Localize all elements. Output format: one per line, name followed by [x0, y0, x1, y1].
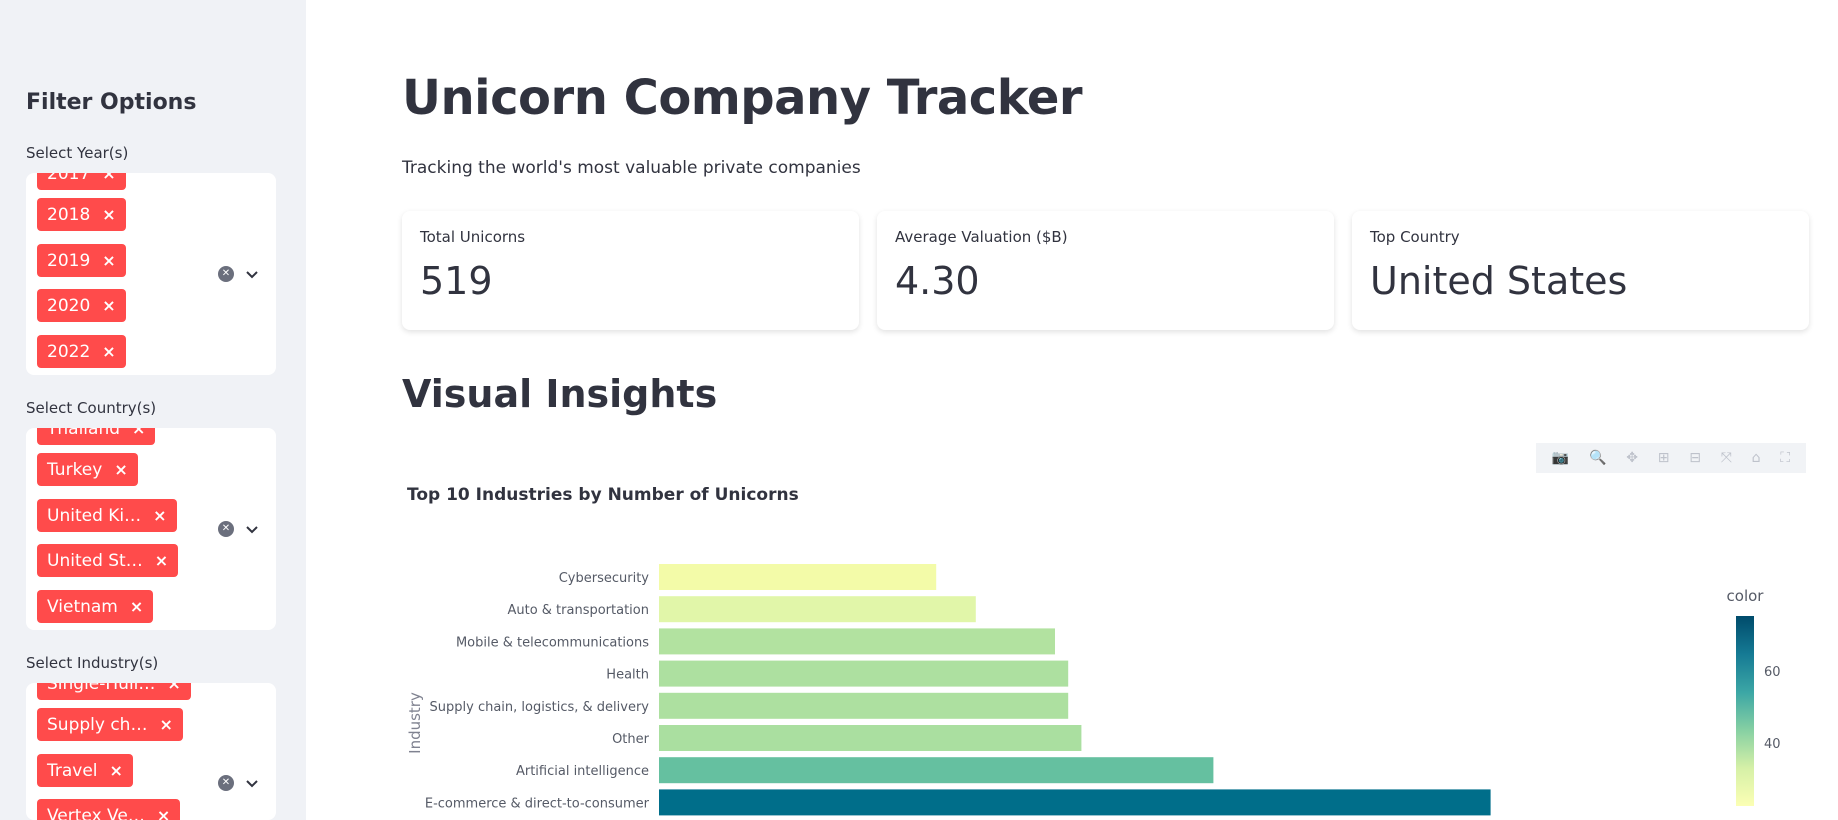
sidebar-title: Filter Options [26, 90, 197, 115]
zoom-in-icon[interactable]: ⊞ [1658, 450, 1670, 466]
clear-all-icon[interactable]: ✕ [218, 266, 234, 282]
chevron-down-icon[interactable] [242, 519, 262, 539]
fullscreen-icon[interactable]: ⛶ [1780, 450, 1790, 466]
category-tick-label: Cybersecurity [559, 571, 650, 586]
category-tick-label: Health [606, 668, 649, 683]
colorbar [1736, 616, 1754, 806]
metric-value: 4.30 [895, 259, 980, 303]
country-tag[interactable]: Thailand × [37, 428, 156, 445]
category-tick-label: Auto & transportation [507, 603, 649, 618]
y-axis-label: Industry [406, 692, 424, 754]
clear-all-icon[interactable]: ✕ [218, 775, 234, 791]
year-tag[interactable]: 2019 × [37, 244, 126, 277]
remove-tag-icon[interactable]: × [157, 806, 170, 820]
metric-card-top-country: Top Country United States [1352, 211, 1809, 330]
bar[interactable] [659, 692, 1069, 719]
category-tick-label: Artificial intelligence [516, 764, 649, 779]
year-tag[interactable]: 2017 × [37, 173, 126, 190]
bar[interactable] [659, 757, 1214, 784]
sidebar: Filter Options Select Year(s) 2017 × 2018… [0, 0, 306, 820]
bar[interactable] [659, 725, 1082, 751]
remove-tag-icon[interactable]: × [167, 683, 180, 693]
country-tag[interactable]: Turkey × [37, 453, 138, 486]
year-tag[interactable]: 2022 × [37, 335, 126, 368]
remove-tag-icon[interactable]: × [102, 251, 115, 270]
page-title: Unicorn Company Tracker [402, 70, 1083, 126]
remove-tag-icon[interactable]: × [132, 428, 145, 438]
autoscale-icon[interactable]: ⤧ [1721, 450, 1732, 466]
metric-value: United States [1370, 259, 1628, 303]
remove-tag-icon[interactable]: × [159, 715, 172, 734]
clear-all-icon[interactable]: ✕ [218, 521, 234, 537]
page-subtitle: Tracking the world's most valuable priva… [402, 158, 861, 178]
category-tick-label: Mobile & telecommunications [456, 635, 649, 650]
home-icon[interactable]: ⌂ [1752, 450, 1761, 466]
metric-label: Average Valuation ($B) [895, 228, 1068, 246]
industry-multiselect[interactable]: Single-Hull… × Supply ch… × Travel × Vertex… [26, 683, 276, 820]
metric-value: 519 [420, 259, 493, 303]
chevron-down-icon[interactable] [242, 264, 262, 284]
remove-tag-icon[interactable]: × [155, 551, 168, 570]
bar[interactable] [659, 628, 1055, 655]
country-tag[interactable]: United St… × [37, 544, 179, 577]
bar[interactable] [659, 789, 1491, 816]
year-filter-label: Select Year(s) [26, 144, 129, 162]
industry-tag[interactable]: Vertex Ve… × [37, 799, 181, 820]
industry-tag[interactable]: Supply ch… × [37, 708, 183, 741]
year-tag[interactable]: 2020 × [37, 289, 126, 322]
remove-tag-icon[interactable]: × [114, 460, 127, 479]
remove-tag-icon[interactable]: × [130, 597, 143, 616]
colorbar-tick-label: 60 [1764, 665, 1781, 680]
industry-filter-label: Select Industry(s) [26, 654, 159, 672]
chart-title: Top 10 Industries by Number of Unicorns [407, 485, 799, 505]
pan-icon[interactable]: ✥ [1626, 450, 1638, 466]
bar[interactable] [659, 596, 976, 623]
remove-tag-icon[interactable]: × [102, 205, 115, 224]
year-tag[interactable]: 2018 × [37, 198, 126, 231]
camera-icon[interactable]: 📷 [1552, 450, 1569, 466]
colorbar-tick-label: 40 [1764, 737, 1781, 752]
chevron-down-icon[interactable] [242, 773, 262, 793]
bar[interactable] [659, 564, 937, 590]
remove-tag-icon[interactable]: × [153, 506, 166, 525]
bar-chart[interactable]: Top 10 Industries by Number of Unicorns … [402, 443, 1808, 820]
metric-card-total-unicorns: Total Unicorns 519 [402, 211, 859, 330]
remove-tag-icon[interactable]: × [102, 173, 115, 183]
metric-label: Total Unicorns [420, 228, 526, 246]
section-title: Visual Insights [402, 372, 718, 416]
country-filter-label: Select Country(s) [26, 399, 157, 417]
category-tick-label: E-commerce & direct-to-consumer [425, 796, 650, 811]
industry-tag[interactable]: Travel × [37, 754, 133, 787]
metric-card-average-valuation: Average Valuation ($B) 4.30 [877, 211, 1334, 330]
bar[interactable] [659, 660, 1069, 687]
category-tick-label: Other [612, 732, 650, 747]
category-tick-label: Supply chain, logistics, & delivery [430, 700, 650, 715]
colorbar-title: color [1727, 587, 1765, 605]
country-multiselect[interactable]: Thailand × Turkey × United Ki… × United St…… [26, 428, 276, 630]
zoom-icon[interactable]: 🔍 [1589, 450, 1606, 466]
country-tag[interactable]: United Ki… × [37, 499, 177, 532]
metric-label: Top Country [1370, 228, 1460, 246]
chart-modebar: 📷 🔍 ✥ ⊞ ⊟ ⤧ ⌂ ⛶ [1536, 443, 1806, 473]
remove-tag-icon[interactable]: × [102, 296, 115, 315]
year-multiselect[interactable]: 2017 × 2018 × 2019 × 2020 × 2022 × ✕ [26, 173, 276, 375]
remove-tag-icon[interactable]: × [110, 761, 123, 780]
remove-tag-icon[interactable]: × [102, 342, 115, 361]
country-tag[interactable]: Vietnam × [37, 590, 154, 623]
industry-tag[interactable]: Single-Hull… × [37, 683, 191, 700]
zoom-out-icon[interactable]: ⊟ [1689, 450, 1701, 466]
